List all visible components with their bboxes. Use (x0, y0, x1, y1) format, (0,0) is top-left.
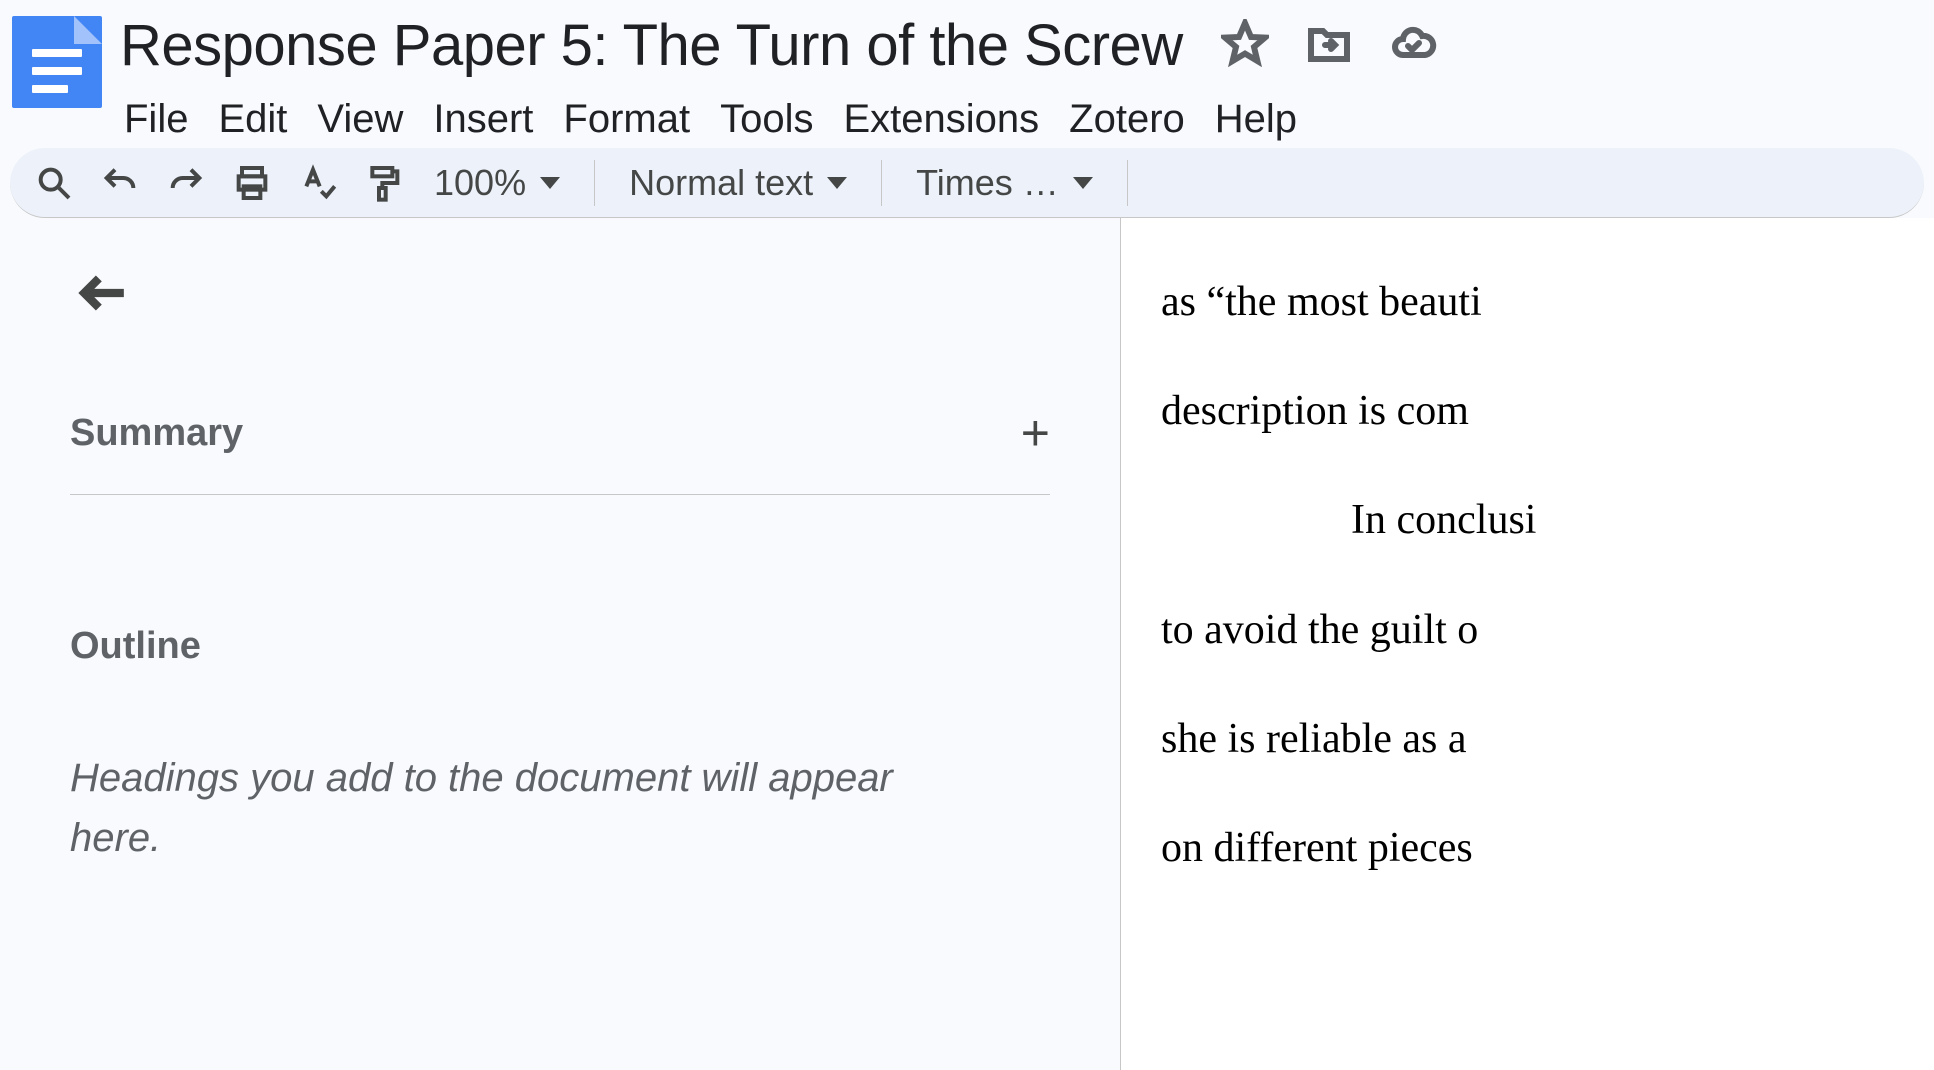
toolbar-separator (594, 160, 595, 206)
menu-view[interactable]: View (317, 97, 403, 142)
spellcheck-button[interactable] (288, 155, 348, 211)
menu-file[interactable]: File (124, 97, 188, 142)
menu-insert[interactable]: Insert (433, 97, 533, 142)
toolbar-separator (881, 160, 882, 206)
move-folder-icon[interactable] (1305, 19, 1353, 72)
document-body[interactable]: as “the most beauti description is com I… (1121, 248, 1934, 903)
outline-sidebar: Summary + Outline Headings you add to th… (0, 218, 1120, 1070)
cloud-saved-icon[interactable] (1389, 19, 1437, 72)
add-summary-button[interactable]: + (1021, 408, 1050, 458)
zoom-value: 100% (434, 162, 526, 204)
outline-empty-message: Headings you add to the document will ap… (70, 748, 970, 868)
toolbar: 100% Normal text Times … (10, 148, 1924, 218)
menu-zotero[interactable]: Zotero (1069, 97, 1185, 142)
caret-down-icon (540, 177, 560, 189)
search-button[interactable] (24, 155, 84, 211)
menu-extensions[interactable]: Extensions (844, 97, 1040, 142)
doc-line[interactable]: to avoid the guilt o (1161, 576, 1934, 685)
redo-button[interactable] (156, 155, 216, 211)
caret-down-icon (827, 177, 847, 189)
toolbar-separator (1127, 160, 1128, 206)
font-value: Times … (916, 162, 1059, 204)
document-title[interactable]: Response Paper 5: The Turn of the Screw (120, 12, 1183, 79)
menu-tools[interactable]: Tools (720, 97, 813, 142)
caret-down-icon (1073, 177, 1093, 189)
outline-heading: Outline (70, 625, 1050, 668)
menu-format[interactable]: Format (563, 97, 690, 142)
docs-app-icon[interactable] (12, 16, 102, 108)
paragraph-style-value: Normal text (629, 162, 813, 204)
document-canvas[interactable]: as “the most beauti description is com I… (1120, 218, 1934, 1070)
menubar: File Edit View Insert Format Tools Exten… (120, 97, 1922, 142)
menu-help[interactable]: Help (1215, 97, 1297, 142)
close-outline-button[interactable] (70, 268, 140, 318)
doc-line[interactable]: as “the most beauti (1161, 248, 1934, 357)
doc-line[interactable]: on different pieces (1161, 794, 1934, 903)
undo-button[interactable] (90, 155, 150, 211)
doc-line[interactable]: In conclusi (1161, 466, 1934, 575)
paragraph-style-dropdown[interactable]: Normal text (615, 162, 861, 204)
print-button[interactable] (222, 155, 282, 211)
titlebar: Response Paper 5: The Turn of the Screw … (0, 0, 1934, 142)
star-icon[interactable] (1221, 19, 1269, 72)
zoom-dropdown[interactable]: 100% (420, 162, 574, 204)
font-dropdown[interactable]: Times … (902, 162, 1107, 204)
doc-line[interactable]: she is reliable as a (1161, 685, 1934, 794)
doc-line[interactable]: description is com (1161, 357, 1934, 466)
paint-format-button[interactable] (354, 155, 414, 211)
summary-heading: Summary (70, 412, 243, 455)
menu-edit[interactable]: Edit (218, 97, 287, 142)
